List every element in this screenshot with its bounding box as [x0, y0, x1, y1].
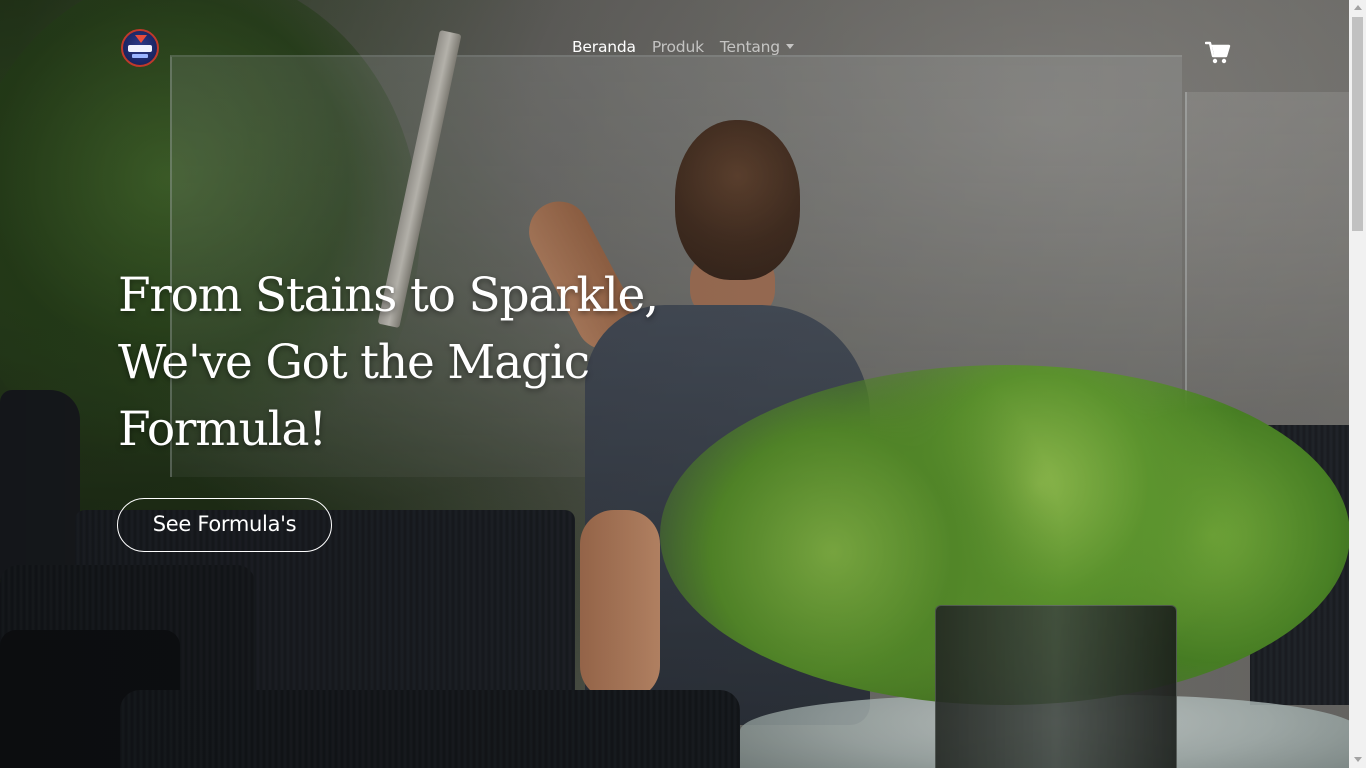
nav-link-tentang-label: Tentang	[719, 38, 780, 56]
nav-link-tentang-dropdown[interactable]: Tentang	[720, 38, 794, 56]
nav-link-produk[interactable]: Produk	[652, 38, 704, 56]
logo-subtext-icon	[132, 54, 148, 58]
navbar: Beranda Produk Tentang	[0, 26, 1349, 72]
nav-links: Beranda Produk Tentang	[572, 38, 794, 56]
scrollbar-thumb[interactable]	[1352, 17, 1363, 231]
chevron-down-icon	[785, 44, 794, 49]
hero-title-line-2: We've Got the Magic	[118, 335, 590, 390]
shopping-cart-icon[interactable]	[1204, 41, 1231, 65]
hero-title: From Stains to Sparkle, We've Got the Mag…	[118, 262, 678, 463]
hero-title-line-1: From Stains to Sparkle,	[118, 268, 659, 323]
logo-wordmark-icon	[128, 45, 152, 52]
hero-title-line-3: Formula!	[118, 402, 327, 457]
vertical-scrollbar[interactable]	[1349, 0, 1366, 768]
cart-svg	[1204, 41, 1231, 64]
brand-logo[interactable]	[121, 29, 159, 67]
logo-triangle-icon	[135, 35, 147, 43]
see-formulas-button[interactable]: See Formula's	[117, 498, 332, 552]
nav-link-beranda[interactable]: Beranda	[572, 38, 636, 56]
page: Beranda Produk Tentang From Stains to Sp…	[0, 0, 1366, 768]
scroll-up-arrow-icon[interactable]	[1354, 5, 1362, 10]
scroll-down-arrow-icon[interactable]	[1354, 757, 1362, 762]
